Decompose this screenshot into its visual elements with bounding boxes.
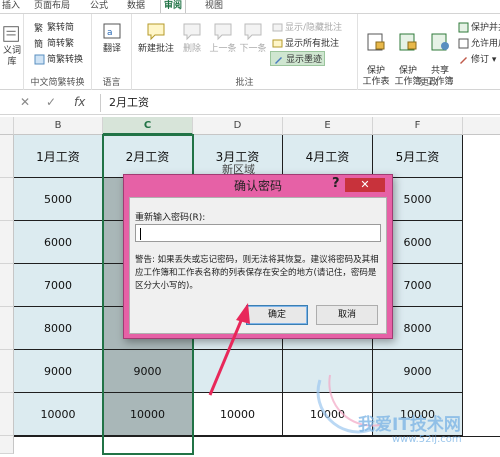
watermark-text: 我爱IT技术网 (358, 415, 461, 435)
watermark: 我爱IT技术网 www.52ij.com (300, 370, 500, 454)
arrow-head (236, 303, 250, 324)
watermark-url: www.52ij.com (392, 434, 462, 445)
arrow-shaft (208, 315, 245, 396)
